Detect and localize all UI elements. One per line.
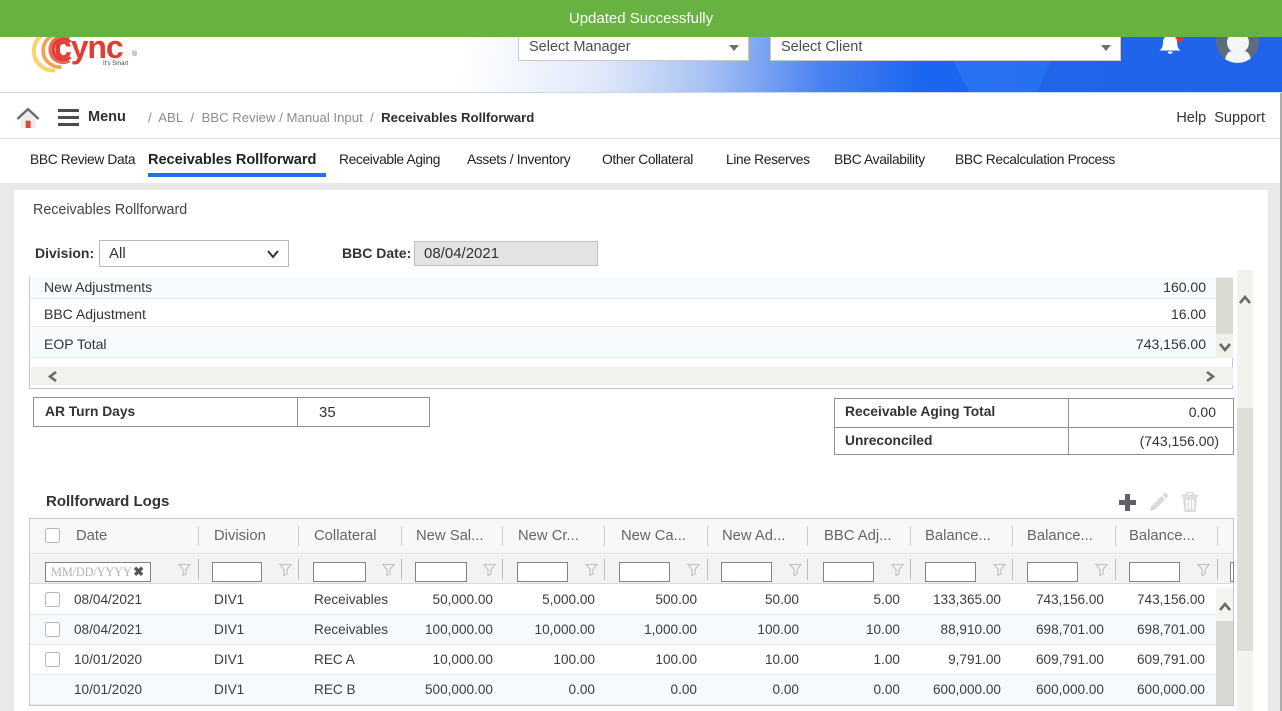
svg-text:It's Smart: It's Smart — [103, 61, 128, 67]
svg-text:®: ® — [132, 50, 138, 58]
